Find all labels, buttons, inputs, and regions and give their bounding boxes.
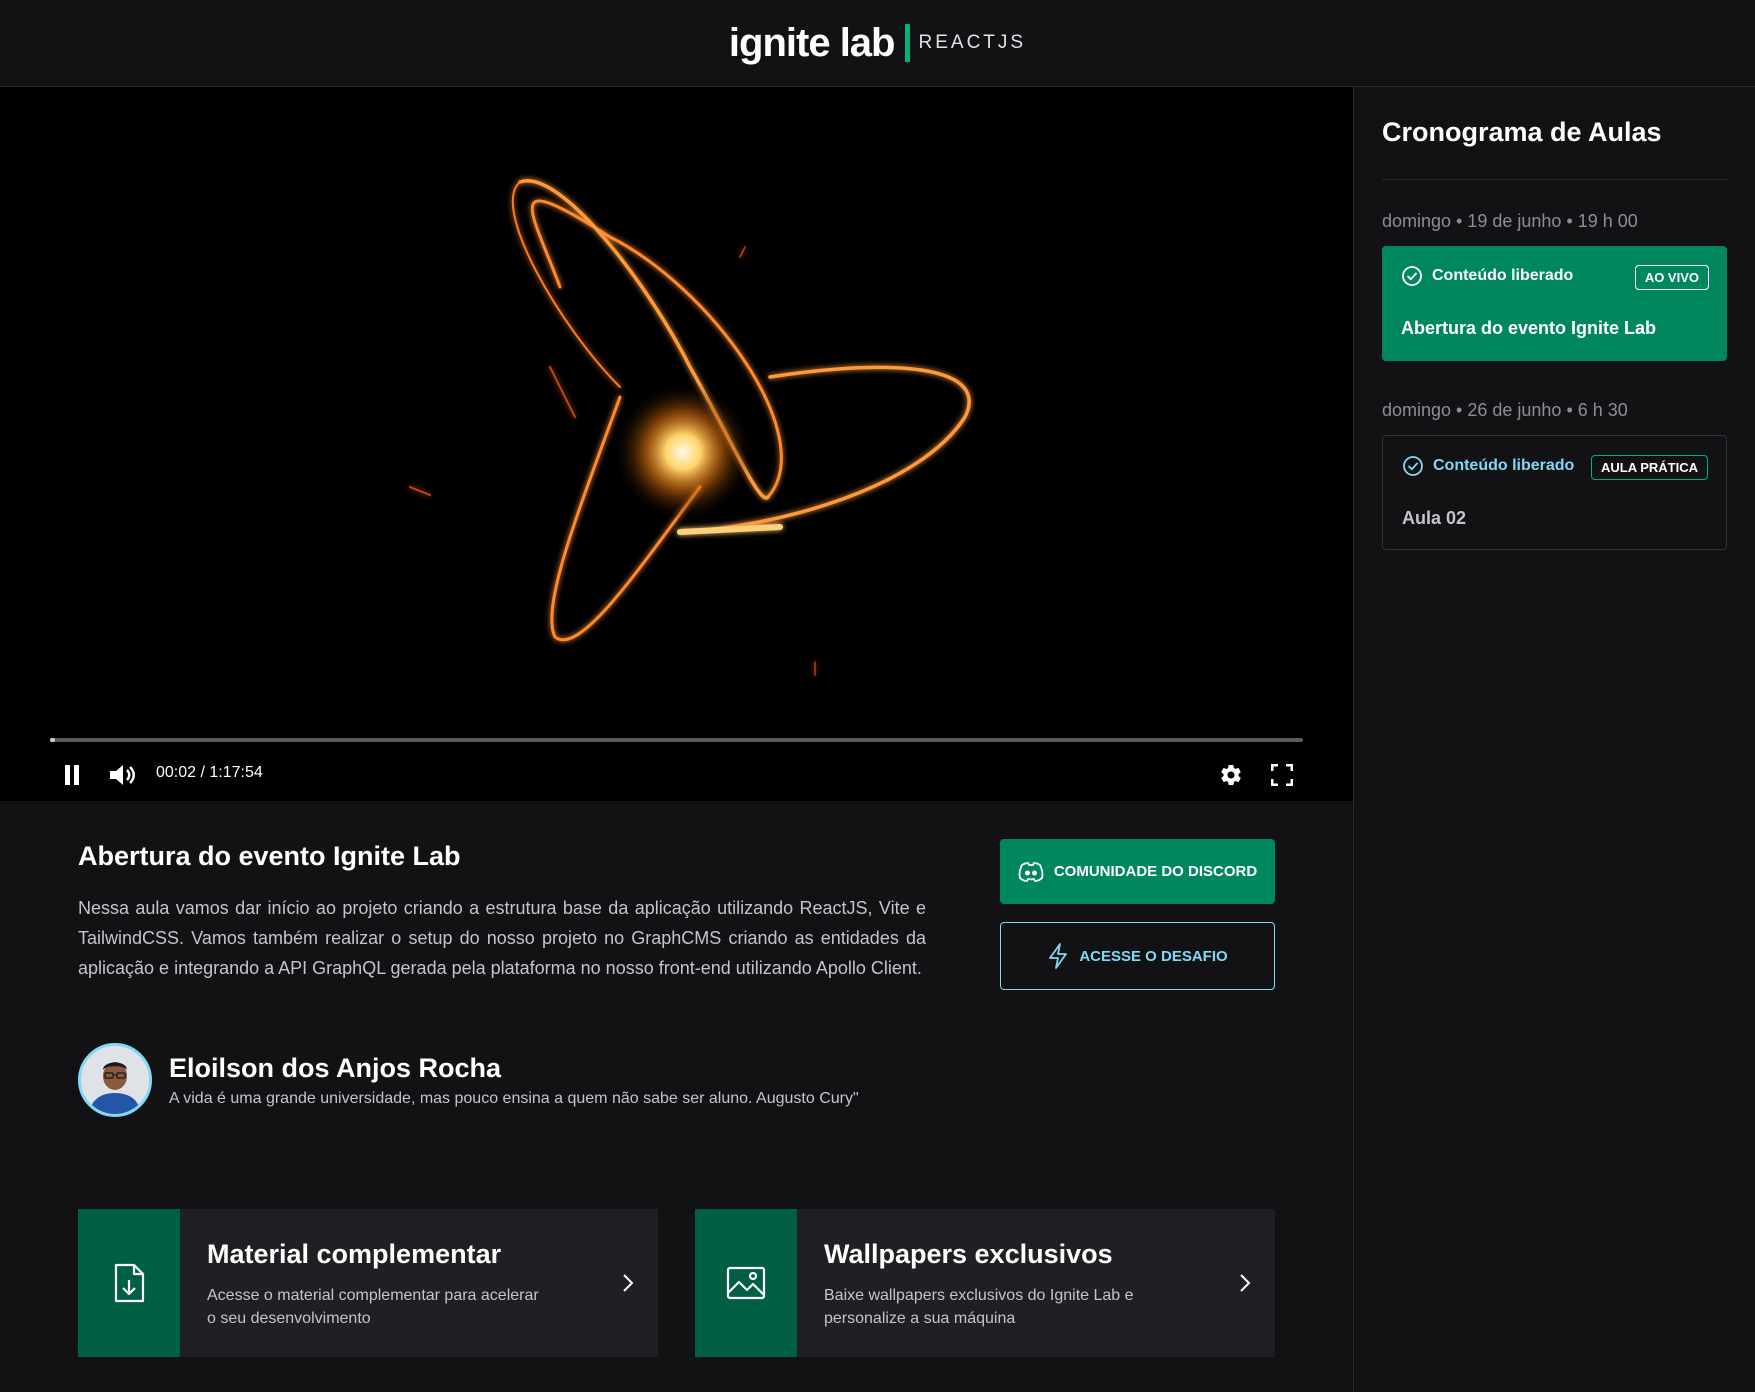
fullscreen-icon	[1271, 764, 1293, 786]
lesson-card-aula-02[interactable]: Conteúdo liberado AULA PRÁTICA Aula 02	[1382, 435, 1727, 550]
time-display: 00:02 / 1:17:54	[156, 764, 263, 781]
logo-subtitle: REACTJS	[918, 32, 1027, 53]
chevron-right-icon	[623, 1274, 634, 1292]
app-header: ignite lab REACTJS	[0, 0, 1755, 87]
lesson-date: domingo • 19 de junho • 19 h 00	[1382, 211, 1638, 231]
chevron-right-icon	[1240, 1274, 1251, 1292]
material-card-title: Material complementar	[207, 1239, 502, 1269]
challenge-button[interactable]: ACESSE O DESAFIO	[1000, 922, 1275, 990]
teacher-info: Eloilson dos Anjos Rocha A vida é uma gr…	[78, 1043, 859, 1117]
wallpapers-card-title: Wallpapers exclusivos	[824, 1239, 1113, 1269]
wallpapers-card-description: Baixe wallpapers exclusivos do Ignite La…	[824, 1287, 1134, 1327]
lesson-date: domingo • 26 de junho • 6 h 30	[1382, 400, 1628, 420]
sidebar-title: Cronograma de Aulas	[1382, 117, 1662, 147]
video-flare	[613, 382, 753, 522]
lesson-title: Abertura do evento Ignite Lab	[78, 841, 461, 871]
gear-icon	[1221, 765, 1241, 786]
file-download-icon	[114, 1263, 145, 1303]
lesson-info: Abertura do evento Ignite Lab Nessa aula…	[0, 801, 1353, 1392]
lesson-status: Conteúdo liberado	[1432, 267, 1574, 284]
check-circle-icon	[1402, 266, 1422, 286]
lesson-badge: AULA PRÁTICA	[1590, 455, 1708, 480]
avatar-image	[81, 1046, 149, 1114]
pause-icon	[65, 765, 79, 785]
progress-fill	[50, 738, 55, 742]
sidebar-divider	[1382, 179, 1727, 180]
pause-button[interactable]	[58, 761, 86, 789]
challenge-button-label: ACESSE O DESAFIO	[1079, 947, 1228, 965]
wallpapers-card-icon-box	[695, 1209, 797, 1357]
player-controls: 00:02 / 1:17:54	[0, 755, 1353, 795]
lesson-status: Conteúdo liberado	[1433, 457, 1575, 474]
video-player[interactable]: 00:02 / 1:17:54	[0, 87, 1353, 801]
teacher-bio: A vida é uma grande universidade, mas po…	[169, 1089, 859, 1107]
material-card[interactable]: Material complementar Acesse o material …	[78, 1209, 658, 1357]
lesson-badge: AO VIVO	[1634, 265, 1709, 290]
logo-divider	[904, 24, 910, 62]
avatar	[78, 1043, 152, 1117]
lesson-description: Nessa aula vamos dar início ao projeto c…	[78, 898, 926, 978]
image-icon	[726, 1266, 766, 1300]
teacher-name: Eloilson dos Anjos Rocha	[169, 1052, 502, 1083]
discord-icon	[1018, 861, 1044, 882]
lesson-name: Aula 02	[1402, 508, 1467, 528]
volume-button[interactable]	[106, 761, 138, 789]
discord-button[interactable]: COMUNIDADE DO DISCORD	[1000, 839, 1275, 904]
material-card-description: Acesse o material complementar para acel…	[207, 1287, 539, 1327]
check-circle-icon	[1403, 456, 1423, 476]
volume-icon	[110, 765, 135, 785]
lesson-card-abertura[interactable]: Conteúdo liberado AO VIVO Abertura do ev…	[1382, 246, 1727, 361]
lightning-icon	[1049, 943, 1068, 969]
logo[interactable]: ignite lab REACTJS	[729, 21, 1026, 66]
settings-button[interactable]	[1217, 761, 1245, 789]
material-card-icon-box	[78, 1209, 180, 1357]
fullscreen-button[interactable]	[1268, 761, 1296, 789]
lesson-name: Abertura do evento Ignite Lab	[1401, 318, 1657, 338]
wallpapers-card[interactable]: Wallpapers exclusivos Baixe wallpapers e…	[695, 1209, 1275, 1357]
discord-button-label: COMUNIDADE DO DISCORD	[1053, 863, 1258, 880]
lesson-schedule-sidebar: Cronograma de Aulas domingo • 19 de junh…	[1353, 87, 1755, 1392]
logo-wordmark: ignite lab	[728, 20, 896, 65]
video-frame	[409, 178, 971, 676]
progress-bar[interactable]	[50, 738, 1303, 742]
